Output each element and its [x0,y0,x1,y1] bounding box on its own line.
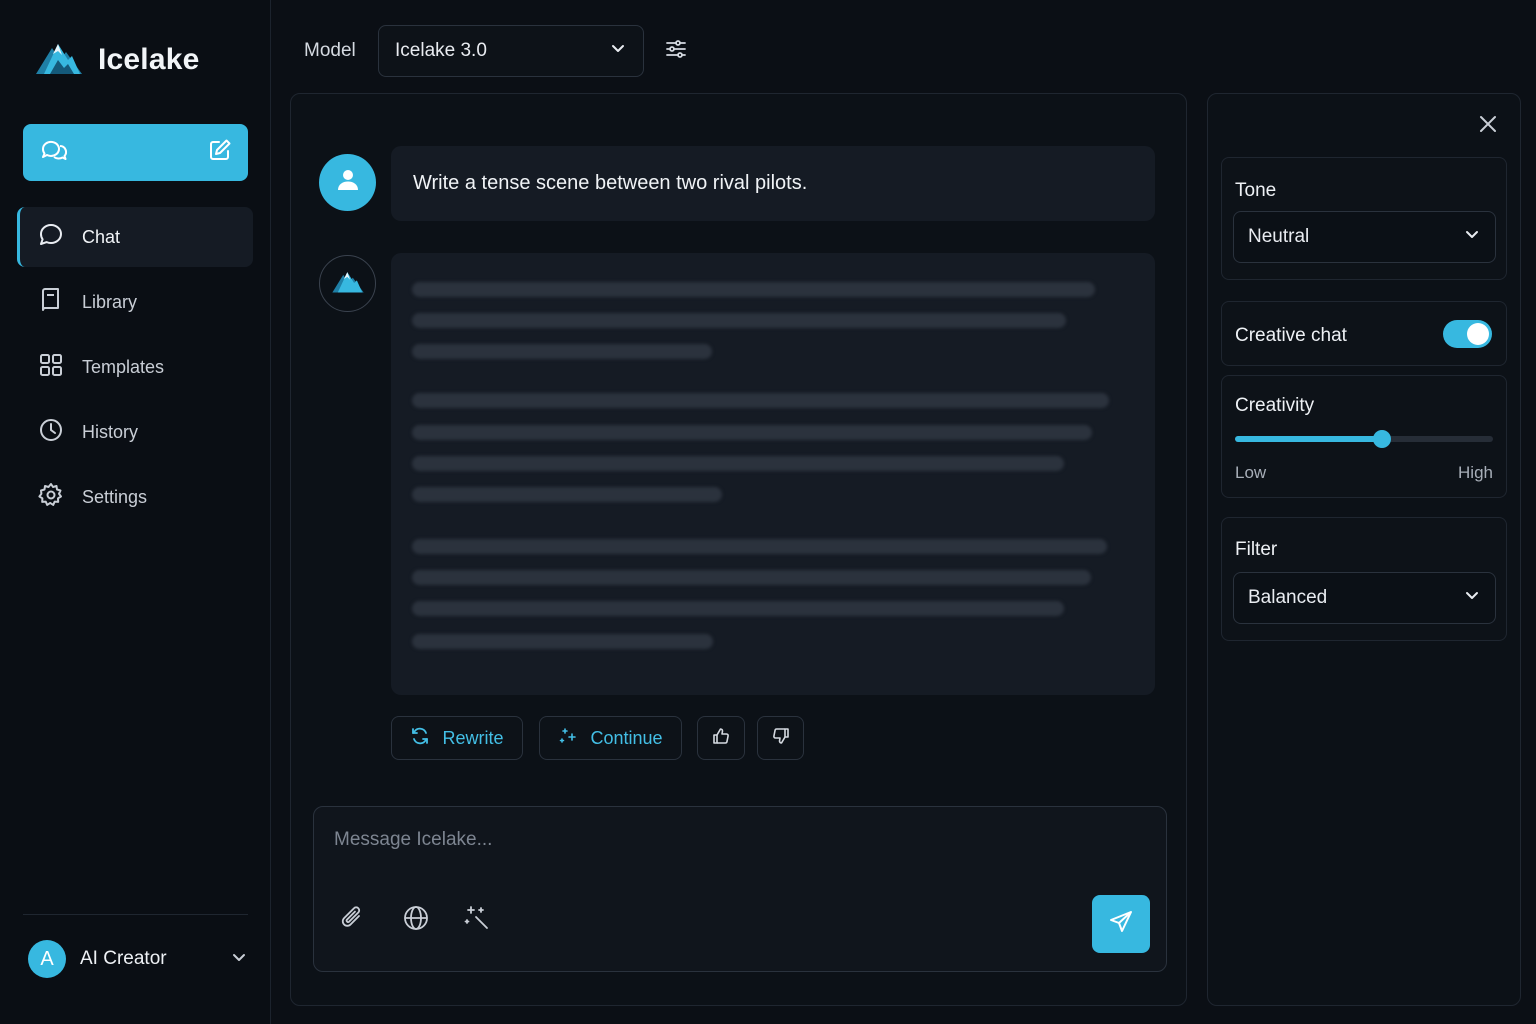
sidebar-item-label: Settings [82,486,148,507]
creativity-slider-fill [1235,436,1383,442]
sliders-icon [664,37,688,66]
person-icon [335,167,361,198]
chat-bubbles-icon [39,136,68,169]
filter-label: Filter [1235,539,1278,560]
toggle-knob [1467,323,1489,345]
sidebar: Icelake Chat Library Templates History S… [0,0,271,1024]
user-message: Write a tense scene between two rival pi… [391,146,1155,221]
rewrite-label: Rewrite [442,727,504,748]
model-value: Icelake 3.0 [395,40,487,61]
skeleton-line [412,425,1092,440]
skeleton-line [412,313,1066,328]
message-composer [313,806,1167,972]
skeleton-line [412,393,1109,408]
skeleton-line [412,487,722,502]
sidebar-divider [23,914,248,915]
close-icon [1478,114,1498,139]
brand: Icelake [34,38,200,81]
skeleton-line [412,634,713,649]
attach-button[interactable] [336,903,370,937]
model-settings-button[interactable] [660,35,692,67]
filter-value: Balanced [1248,587,1328,608]
sidebar-item-templates[interactable]: Templates [17,337,253,397]
chat-bubble-icon [38,222,64,253]
sidebar-item-label: History [82,421,139,442]
clock-icon [38,417,64,448]
model-label: Model [304,40,356,61]
user-message-text: Write a tense scene between two rival pi… [413,172,808,194]
chevron-down-icon [609,39,627,63]
creativity-label: Creativity [1235,395,1315,416]
thumbs-down-icon [771,726,791,751]
skeleton-line [412,570,1091,585]
creative-chat-toggle[interactable] [1443,320,1492,348]
creativity-card: Creativity Low High [1221,375,1507,498]
web-search-button[interactable] [399,903,433,937]
send-icon [1108,909,1134,940]
user-menu[interactable]: A AI Creator [28,938,248,980]
sidebar-item-history[interactable]: History [17,402,253,462]
icelake-logo-icon [34,38,84,81]
sparkle-icon [558,726,578,751]
thumbs-up-icon [711,726,731,751]
thumbs-down-button[interactable] [757,716,804,760]
message-input[interactable] [334,829,1034,851]
skeleton-line [412,539,1107,554]
sidebar-item-label: Library [82,291,138,312]
magic-button[interactable] [460,903,494,937]
chevron-down-icon [1463,225,1481,249]
new-chat-button[interactable] [23,124,248,181]
creativity-slider[interactable] [1235,430,1493,448]
sidebar-item-settings[interactable]: Settings [17,467,253,527]
skeleton-line [412,282,1095,297]
grid-icon [38,352,64,383]
edit-icon [208,138,232,167]
assistant-avatar [319,255,376,312]
icelake-logo-icon [331,268,365,299]
creative-chat-label: Creative chat [1235,325,1347,346]
creativity-low-label: Low [1235,463,1267,482]
rewrite-button[interactable]: Rewrite [391,716,523,760]
send-button[interactable] [1092,895,1150,953]
sidebar-item-chat[interactable]: Chat [17,207,253,267]
tone-label: Tone [1235,180,1277,201]
skeleton-line [412,456,1064,471]
model-select[interactable]: Icelake 3.0 [378,25,644,77]
user-name: AI Creator [80,948,167,969]
close-settings-button[interactable] [1472,110,1504,142]
creativity-slider-thumb[interactable] [1373,430,1392,448]
tone-value: Neutral [1248,226,1310,247]
chevron-down-icon [230,948,248,971]
avatar: A [28,940,66,978]
gear-icon [38,482,64,513]
user-avatar [319,154,376,211]
filter-card: Filter Balanced [1221,517,1507,641]
creative-chat-card: Creative chat [1221,301,1507,366]
paperclip-icon [339,904,367,937]
app-name: Icelake [98,42,200,76]
refresh-icon [410,726,430,751]
filter-select[interactable]: Balanced [1233,572,1496,624]
tone-card: Tone Neutral [1221,157,1507,280]
assistant-message-loading [391,253,1155,695]
creativity-high-label: High [1458,463,1493,482]
sidebar-item-library[interactable]: Library [17,272,253,332]
tone-select[interactable]: Neutral [1233,211,1496,263]
chevron-down-icon [1463,586,1481,610]
globe-icon [402,904,430,937]
continue-label: Continue [590,727,663,748]
thumbs-up-button[interactable] [697,716,745,760]
magic-wand-icon [463,904,491,937]
skeleton-line [412,601,1064,616]
book-icon [38,287,64,318]
sidebar-nav: Chat Library Templates History Settings [17,207,253,532]
sidebar-item-label: Chat [82,226,121,247]
continue-button[interactable]: Continue [539,716,682,760]
sidebar-item-label: Templates [82,356,165,377]
skeleton-line [412,344,712,359]
